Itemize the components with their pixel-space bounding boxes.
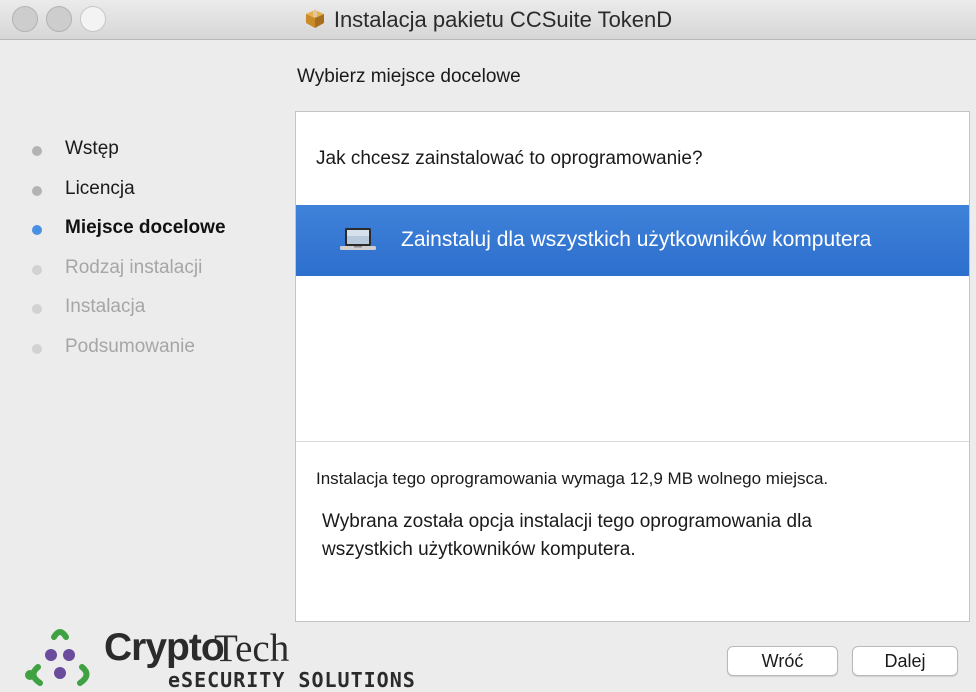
disk-space-text: Instalacja tego oprogramowania wymaga 12… [316, 469, 829, 488]
logo-tagline: eSECURITY SOLUTIONS [168, 668, 416, 692]
step-dot [32, 304, 42, 314]
cryptotech-logo-mark [25, 629, 90, 686]
cryptotech-logo: Crypto Tech eSECURITY SOLUTIONS [18, 623, 478, 692]
selection-description: Wybrana została opcja instalacji tego op… [322, 511, 812, 560]
step-dot [32, 225, 42, 235]
install-option-label: Zainstaluj dla wszystkich użytkowników k… [401, 228, 872, 251]
laptop-icon [340, 227, 376, 257]
step-label: Podsumowanie [65, 335, 195, 357]
page-heading: Wybierz miejsce docelowe [297, 66, 521, 87]
step-dot [32, 185, 42, 196]
step-dot [32, 146, 42, 156]
logo-crypto-text: Crypto [104, 626, 225, 669]
step-label: Instalacja [65, 296, 146, 317]
step-label: Rodzaj instalacji [65, 256, 203, 278]
step-dot [32, 343, 42, 354]
package-icon [304, 8, 326, 36]
back-button[interactable]: Wróć [727, 646, 838, 676]
step-label: Licencja [65, 177, 135, 199]
window-title: Instalacja pakietu CCSuite TokenD [0, 7, 976, 36]
logo-tech-text: Tech [214, 627, 290, 670]
step-label: Miejsce docelowe [65, 217, 226, 238]
title-bar[interactable]: Instalacja pakietu CCSuite TokenD [0, 0, 976, 40]
destination-panel: Jak chcesz zainstalować to oprogramowani… [295, 111, 970, 622]
step-label: Wstęp [65, 138, 119, 159]
install-for-all-users-option[interactable]: Zainstaluj dla wszystkich użytkowników k… [296, 205, 969, 276]
continue-button[interactable]: Dalej [852, 646, 958, 676]
window-title-text: Instalacja pakietu CCSuite TokenD [333, 7, 673, 32]
install-question: Jak chcesz zainstalować to oprogramowani… [316, 148, 703, 169]
panel-divider [296, 441, 969, 442]
step-dot [32, 264, 42, 275]
